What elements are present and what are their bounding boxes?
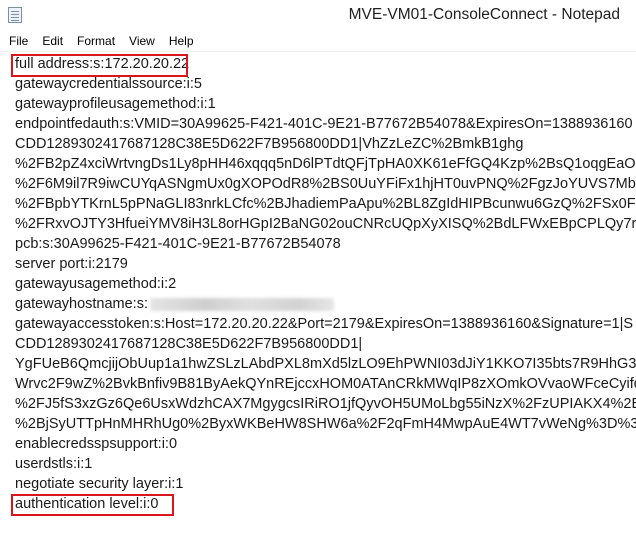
text-editor[interactable]: full address:s:172.20.20.22 gatewaycrede… — [0, 52, 636, 534]
text-line: %2FB2pZ4xciWrtvngDs1Ly8pHH46xqqq5nD6lPTd… — [15, 156, 636, 172]
text-line: server port:i:2179 — [15, 256, 128, 272]
text-line: CDD1289302417687128C38E5D622F7B956800DD1… — [15, 136, 524, 152]
highlight-authentication-level — [11, 494, 174, 516]
text-line: Wrvc2F9wZ%2BvkBnfiv9B81ByAekQYnREjccxHOM… — [15, 376, 636, 392]
text-line: %2F6M9il7R9iwCUYqASNgmUx0gXOPOdR8%2BS0Uu… — [15, 176, 636, 192]
title-bar: MVE-VM01-ConsoleConnect - Notepad — [0, 0, 636, 31]
text-line: gatewayusagemethod:i:2 — [15, 276, 177, 292]
menu-edit[interactable]: Edit — [35, 31, 70, 51]
text-line: negotiate security layer:i:1 — [15, 476, 184, 492]
text-line: %2FRxvOJTY3HfueiYMV8iH3L8orHGpI2BaNG02ou… — [15, 216, 636, 232]
text-line: userdstls:i:1 — [15, 456, 93, 472]
text-line: endpointfedauth:s:VMID=30A99625-F421-401… — [15, 116, 633, 132]
menu-format[interactable]: Format — [70, 31, 122, 51]
text-line: enablecredsspsupport:i:0 — [15, 436, 178, 452]
text-line-gateway-hostname: gatewayhostname:s: — [15, 294, 334, 314]
text-line: YgFUeB6QmcjijObUup1a1hwZSLzLAbdPXL8mXd5l… — [15, 356, 636, 372]
text-line: gatewayaccesstoken:s:Host=172.20.20.22&P… — [15, 316, 634, 332]
text-line: pcb:s:30A99625-F421-401C-9E21-B77672B540… — [15, 236, 341, 252]
text-line: %2BjSyUTTpHnMHRhUg0%2ByxWKBeHW8SHW6a%2F2… — [15, 416, 636, 432]
window-title: MVE-VM01-ConsoleConnect - Notepad — [348, 6, 620, 23]
menu-help[interactable]: Help — [162, 31, 201, 51]
text-line: %2FJ5fS3xzGz6Qe6UsxWdzhCAX7MgygcsIRiRO1j… — [15, 396, 636, 412]
menu-bar: File Edit Format View Help — [0, 31, 636, 52]
text-line: gatewayprofileusagemethod:i:1 — [15, 96, 216, 112]
text-line: gatewaycredentialssource:i:5 — [15, 76, 202, 92]
text-line: %2FBpbYTKrnL5pPNaGLI83nrkLCfc%2BJhadiemP… — [15, 196, 636, 212]
highlight-full-address — [11, 54, 188, 77]
text-line: CDD1289302417687128C38E5D622F7B956800DD1… — [15, 336, 363, 352]
gateway-hostname-key: gatewayhostname:s: — [15, 296, 148, 312]
redacted-hostname — [150, 297, 334, 311]
menu-view[interactable]: View — [122, 31, 162, 51]
menu-file[interactable]: File — [0, 31, 35, 51]
